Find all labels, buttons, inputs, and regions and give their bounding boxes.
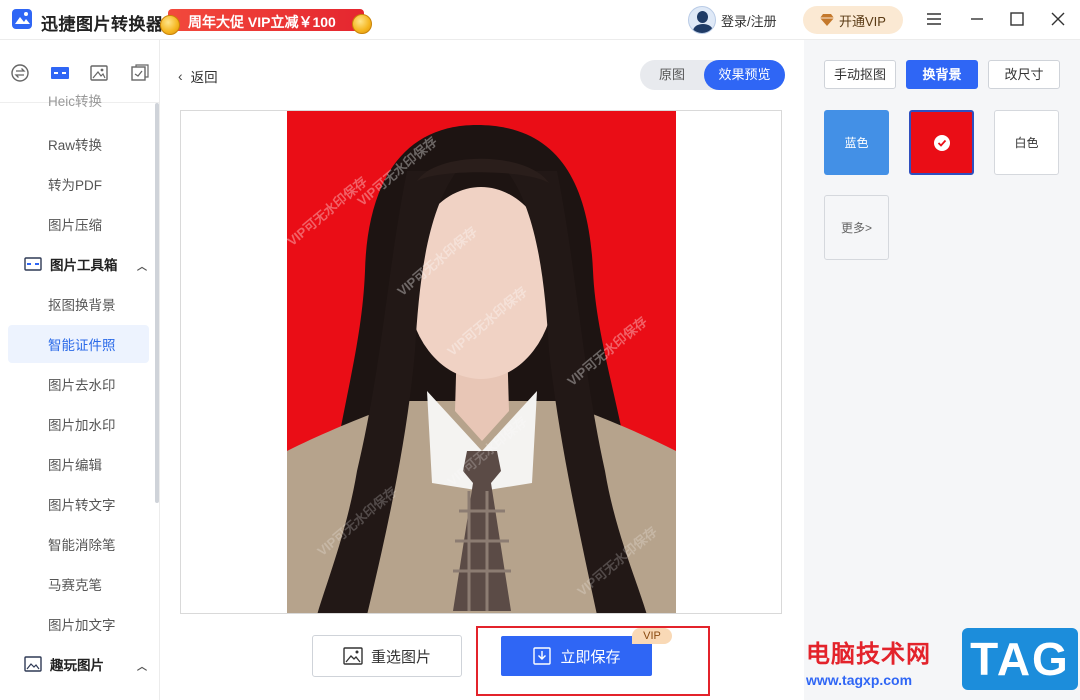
sidebar-item-edit[interactable]: 图片编辑 [8,445,149,483]
login-button[interactable]: 登录/注册 [688,6,777,34]
convert-icon[interactable] [10,63,30,83]
save-now-button[interactable]: 立即保存 [501,636,652,676]
minimize-icon[interactable] [968,10,986,28]
image-icon [343,647,363,665]
more-colors-button[interactable]: 更多> [824,195,889,260]
promo-banner[interactable]: 周年大促 VIP立减￥100 [160,6,372,36]
reselect-label: 重选图片 [370,648,431,666]
sidebar-item-mosaic[interactable]: 马赛克笔 [8,565,149,603]
edit-icon[interactable] [130,63,150,83]
coin-icon [352,14,372,34]
back-button[interactable]: ‹ 返回 [178,66,218,86]
sidebar-group-fun[interactable]: 趣玩图片 ︿ [8,645,149,683]
download-icon [533,647,552,665]
swatch-blue[interactable]: 蓝色 [824,110,889,175]
sidebar-item-raw[interactable]: Raw转换 [8,125,149,163]
site-watermark: 电脑技术网 www.tagxp.com TAG [776,622,1080,700]
main-area: ‹ 返回 原图 效果预览 VIP可无水印保存 VIP可无水印保存 VIP可无水印… [160,40,804,700]
sidebar-item-cutout[interactable]: 抠图换背景 [8,285,149,323]
sidebar-item-add-text[interactable]: 图片加文字 [8,605,149,643]
app-logo-icon [12,9,32,29]
sidebar-item-id-photo[interactable]: 智能证件照 [8,325,149,363]
maximize-icon[interactable] [1008,10,1026,28]
image-icon[interactable] [89,63,109,83]
preview-canvas: VIP可无水印保存 VIP可无水印保存 VIP可无水印保存 VIP可无水印保存 … [180,110,782,614]
group-label: 趣玩图片 [50,658,104,673]
avatar [688,6,716,34]
sidebar-item-ocr[interactable]: 图片转文字 [8,485,149,523]
id-photo: VIP可无水印保存 VIP可无水印保存 VIP可无水印保存 VIP可无水印保存 … [287,111,676,613]
tag-logo: TAG [962,628,1078,690]
chevron-up-icon: ︿ [137,662,147,673]
tab-change-size[interactable]: 改尺寸 [988,60,1060,89]
sidebar-item-remove-watermark[interactable]: 图片去水印 [8,365,149,403]
right-panel: 手动抠图 换背景 改尺寸 蓝色 白色 更多> [804,40,1080,700]
diamond-icon [820,14,835,26]
back-label: 返回 [190,70,218,85]
app-title: 迅捷图片转换器 [41,15,164,34]
vip-badge: VIP [632,628,672,644]
close-icon[interactable] [1049,10,1067,28]
toolbox-icon[interactable] [50,63,70,83]
coin-icon [160,15,180,35]
save-label: 立即保存 [560,648,621,666]
open-vip-button[interactable]: 开通VIP [803,6,903,34]
site-url: www.tagxp.com [806,672,913,688]
sidebar-item-add-watermark[interactable]: 图片加水印 [8,405,149,443]
toolbox-icon [24,257,42,271]
toggle-preview[interactable]: 效果预览 [704,60,785,90]
sidebar-item-eraser[interactable]: 智能消除笔 [8,525,149,563]
chevron-left-icon: ‹ [178,68,183,84]
tab-change-background[interactable]: 换背景 [906,60,978,89]
sidebar: Heic转换 Raw转换 转为PDF 图片压缩 图片工具箱 ︿ 抠图换背景 智能… [0,40,160,700]
swatch-red[interactable] [909,110,974,175]
vip-button-label: 开通VIP [839,13,886,29]
promo-text: 周年大促 VIP立减￥100 [188,14,336,30]
checkmark-icon [933,134,950,151]
toggle-original[interactable]: 原图 [640,60,704,90]
sidebar-item-heic[interactable]: Heic转换 [8,81,149,119]
reselect-image-button[interactable]: 重选图片 [312,635,462,677]
fun-image-icon [24,656,42,672]
title-bar: 迅捷图片转换器 周年大促 VIP立减￥100 登录/注册 开通VIP [0,0,1080,40]
menu-icon[interactable] [925,10,943,28]
tab-manual-cutout[interactable]: 手动抠图 [824,60,896,89]
sidebar-group-toolbox[interactable]: 图片工具箱 ︿ [8,245,149,283]
login-label: 登录/注册 [721,13,777,29]
group-label: 图片工具箱 [50,258,118,273]
site-name: 电脑技术网 [806,641,931,668]
sidebar-item-pdf[interactable]: 转为PDF [8,165,149,203]
chevron-up-icon: ︿ [137,262,147,273]
swatch-white[interactable]: 白色 [994,110,1059,175]
view-toggle: 原图 效果预览 [640,60,785,90]
sidebar-item-compress[interactable]: 图片压缩 [8,205,149,243]
sidebar-scrollbar[interactable] [155,103,159,503]
